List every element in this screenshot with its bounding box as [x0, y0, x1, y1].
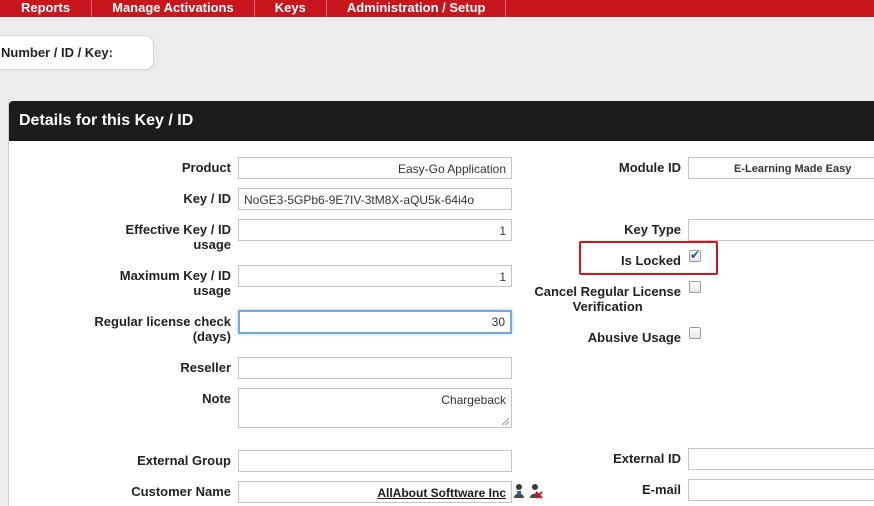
maximum-usage-label: Maximum Key / ID usage	[120, 268, 231, 298]
maximum-usage-value: 1	[499, 270, 506, 284]
license-check-value: 30	[491, 315, 505, 329]
email-label: E-mail	[641, 482, 681, 497]
license-check-field[interactable]: 30	[238, 310, 512, 334]
external-id-label: External ID	[613, 451, 681, 466]
customer-name-link[interactable]: AllAbout Softtware Inc	[377, 486, 506, 500]
panel-title: Details for this Key / ID	[19, 112, 194, 129]
cancel-verification-label: Cancel Regular License Verification	[534, 284, 681, 314]
key-id-value: NoGE3-5GPb6-9E7IV-3tM8X-aQU5k-64i4o	[244, 193, 475, 207]
view-customer-icon[interactable]	[513, 483, 525, 499]
effective-usage-label: Effective Key / ID usage	[126, 222, 232, 252]
note-textarea[interactable]: Chargeback	[238, 388, 512, 428]
key-id-label: Key / ID	[183, 191, 231, 206]
reseller-label: Reseller	[180, 360, 231, 375]
is-locked-label: Is Locked	[621, 253, 681, 268]
product-value: Easy-Go Application	[397, 162, 506, 176]
note-value: Chargeback	[441, 393, 506, 407]
customer-name-field: AllAbout Softtware Inc	[238, 481, 512, 503]
module-id-label: Module ID	[618, 160, 681, 175]
search-label: Number / ID / Key:	[1, 45, 113, 60]
key-type-label: Key Type	[624, 222, 681, 237]
module-id-value: E-Learning Made Easy	[734, 163, 852, 175]
effective-usage-field[interactable]: 1	[238, 219, 512, 241]
product-label: Product	[181, 160, 231, 175]
license-check-label-line2: (days)	[192, 329, 231, 344]
panel-header: Details for this Key / ID	[9, 101, 874, 141]
nav-reports[interactable]: Reports	[0, 0, 93, 17]
cancel-verification-label-line1: Cancel Regular License	[534, 284, 681, 299]
license-check-label-line1: Regular license check	[94, 314, 231, 329]
module-id-field[interactable]: E-Learning Made Easy	[688, 157, 874, 179]
nav-keys[interactable]: Keys	[255, 0, 327, 17]
external-group-field[interactable]	[238, 450, 512, 472]
effective-usage-value: 1	[499, 224, 506, 238]
key-type-field[interactable]	[688, 219, 874, 241]
email-field[interactable]	[688, 479, 874, 501]
reseller-field[interactable]	[238, 357, 512, 379]
external-id-field[interactable]	[688, 448, 874, 470]
cancel-verification-label-line2: Verification	[572, 299, 643, 314]
license-check-label: Regular license check (days)	[94, 314, 231, 344]
maximum-usage-label-line2: usage	[193, 283, 231, 298]
effective-usage-label-line2: usage	[193, 237, 231, 252]
note-label: Note	[202, 391, 231, 406]
maximum-usage-field[interactable]: 1	[238, 265, 512, 287]
nav-manage-activations[interactable]: Manage Activations	[92, 0, 255, 17]
search-tab[interactable]: Number / ID / Key:	[0, 35, 154, 70]
resize-grip-icon[interactable]	[502, 418, 509, 425]
nav-administration-setup[interactable]: Administration / Setup	[327, 0, 507, 17]
external-group-label: External Group	[137, 453, 231, 468]
key-id-field[interactable]: NoGE3-5GPb6-9E7IV-3tM8X-aQU5k-64i4o	[238, 188, 512, 210]
abusive-usage-checkbox[interactable]	[689, 327, 701, 339]
effective-usage-label-line1: Effective Key / ID	[125, 222, 232, 237]
remove-customer-icon[interactable]	[529, 483, 543, 499]
top-nav: Reports Manage Activations Keys Administ…	[0, 0, 874, 17]
abusive-usage-label: Abusive Usage	[587, 330, 681, 345]
is-locked-checkbox[interactable]	[689, 248, 701, 262]
product-field[interactable]: Easy-Go Application	[238, 157, 512, 179]
customer-name-label: Customer Name	[131, 484, 231, 499]
cancel-verification-checkbox[interactable]	[689, 281, 701, 293]
maximum-usage-label-line1: Maximum Key / ID	[119, 268, 231, 283]
